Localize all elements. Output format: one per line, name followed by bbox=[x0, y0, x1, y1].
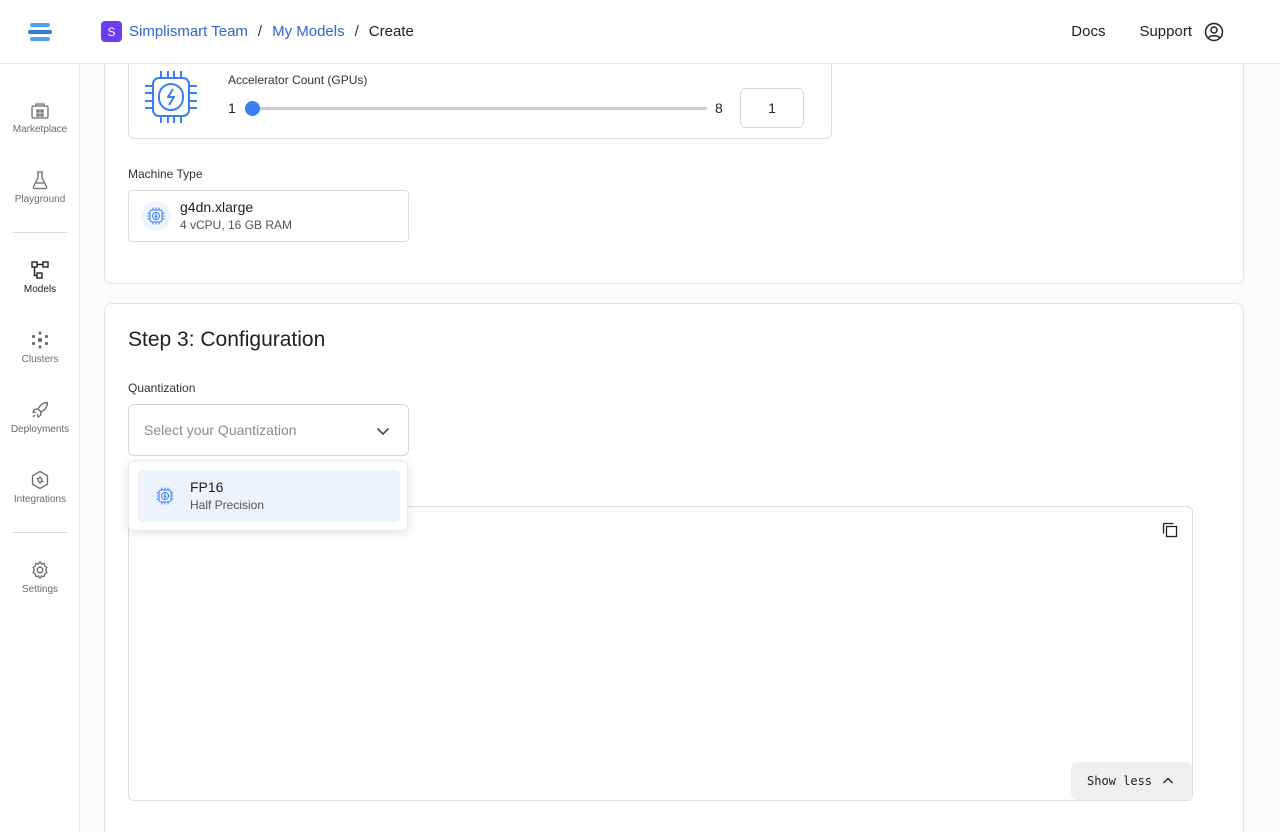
sidebar-item-label: Clusters bbox=[21, 354, 59, 365]
sidebar-item-label: Marketplace bbox=[12, 124, 68, 135]
account-icon[interactable] bbox=[1204, 22, 1224, 42]
sidebar-item-marketplace[interactable]: Marketplace bbox=[0, 100, 80, 150]
marketplace-icon bbox=[31, 103, 49, 119]
breadcrumb-models-link[interactable]: My Models bbox=[272, 23, 345, 40]
machine-type-label: Machine Type bbox=[128, 167, 203, 181]
slider-min-label: 1 bbox=[228, 100, 236, 116]
team-avatar: S bbox=[101, 21, 122, 42]
sidebar-item-models[interactable]: Models bbox=[0, 260, 80, 310]
option-subtitle: Half Precision bbox=[190, 498, 265, 512]
sidebar-item-integrations[interactable]: Integrations bbox=[0, 470, 80, 520]
gpu-chip-icon bbox=[143, 68, 199, 131]
top-bar: S Simplismart Team / My Models / Create … bbox=[0, 0, 1280, 64]
configuration-card: Step 3: Configuration Quantization Selec… bbox=[104, 303, 1244, 832]
accelerator-count-label: Accelerator Count (GPUs) bbox=[228, 73, 368, 87]
gpu-count-slider-thumb[interactable] bbox=[245, 101, 260, 116]
show-less-label: Show less bbox=[1087, 774, 1153, 788]
docs-link[interactable]: Docs bbox=[1071, 23, 1105, 40]
chip-icon bbox=[150, 481, 180, 511]
gpu-count-input[interactable]: 1 bbox=[740, 88, 804, 128]
show-less-button[interactable]: Show less bbox=[1071, 762, 1192, 800]
gpu-count-slider-track[interactable] bbox=[252, 107, 707, 110]
models-icon bbox=[31, 261, 49, 279]
sidebar-item-label: Models bbox=[23, 284, 57, 295]
logo-icon bbox=[28, 22, 52, 41]
clusters-icon bbox=[31, 331, 49, 349]
quantization-label: Quantization bbox=[128, 381, 196, 395]
step-title: Step 3: Configuration bbox=[128, 328, 326, 351]
quantization-option-fp16[interactable]: FP16 Half Precision bbox=[138, 470, 400, 522]
option-title: FP16 bbox=[190, 479, 224, 495]
copy-icon[interactable] bbox=[1162, 522, 1178, 543]
breadcrumb-current: Create bbox=[368, 23, 414, 40]
breadcrumb-team-link[interactable]: Simplismart Team bbox=[129, 23, 248, 40]
config-editor[interactable]: Show less bbox=[128, 506, 1193, 801]
sidebar-item-playground[interactable]: Playground bbox=[0, 170, 80, 220]
machine-spec: 4 vCPU, 16 GB RAM bbox=[180, 218, 293, 232]
sidebar-item-deployments[interactable]: Deployments bbox=[0, 400, 80, 450]
machine-chip-icon bbox=[141, 201, 171, 231]
breadcrumb-separator: / bbox=[354, 23, 359, 40]
quantization-select[interactable]: Select your Quantization bbox=[128, 404, 409, 456]
quantization-dropdown: FP16 Half Precision bbox=[128, 461, 408, 531]
sidebar-item-label: Integrations bbox=[13, 494, 67, 505]
slider-max-label: 8 bbox=[715, 100, 723, 116]
sidebar-divider bbox=[12, 532, 68, 533]
sidebar: Marketplace Playground Models Clusters D… bbox=[0, 64, 80, 832]
machine-name: g4dn.xlarge bbox=[180, 199, 254, 215]
sidebar-item-label: Playground bbox=[14, 194, 66, 205]
accelerator-count-box: Accelerator Count (GPUs) 1 8 1 bbox=[128, 64, 832, 139]
app-logo[interactable] bbox=[0, 0, 80, 64]
sidebar-item-label: Settings bbox=[21, 584, 59, 595]
breadcrumb-separator: / bbox=[257, 23, 263, 40]
quantization-placeholder: Select your Quantization bbox=[144, 422, 297, 438]
sidebar-item-label: Deployments bbox=[10, 424, 70, 435]
sidebar-item-settings[interactable]: Settings bbox=[0, 560, 80, 610]
main-content: Accelerator Count (GPUs) 1 8 1 Machine T… bbox=[80, 64, 1280, 832]
flask-icon bbox=[32, 171, 48, 190]
chevron-up-icon bbox=[1162, 775, 1174, 787]
sidebar-divider bbox=[12, 232, 68, 233]
hardware-card: Accelerator Count (GPUs) 1 8 1 Machine T… bbox=[104, 64, 1244, 284]
rocket-icon bbox=[31, 401, 49, 419]
gear-icon bbox=[32, 560, 48, 580]
support-link[interactable]: Support bbox=[1139, 23, 1192, 40]
sidebar-item-clusters[interactable]: Clusters bbox=[0, 330, 80, 380]
integrations-icon bbox=[31, 470, 49, 490]
chevron-down-icon bbox=[376, 424, 390, 443]
breadcrumb: S Simplismart Team / My Models / Create bbox=[101, 21, 414, 42]
machine-type-select[interactable]: g4dn.xlarge 4 vCPU, 16 GB RAM bbox=[128, 190, 409, 242]
